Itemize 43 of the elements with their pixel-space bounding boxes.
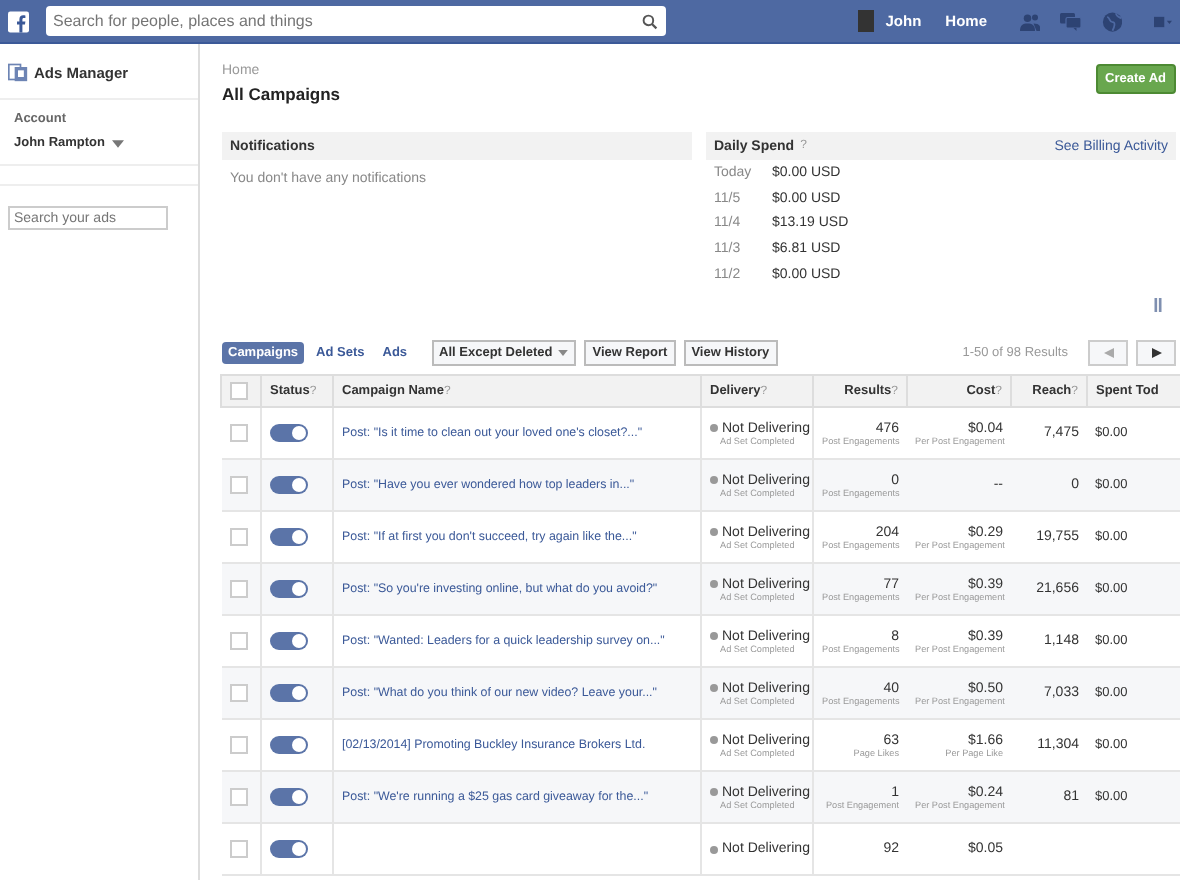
status-toggle[interactable]	[270, 528, 308, 547]
search-icon[interactable]	[641, 13, 657, 29]
status-dot	[710, 684, 718, 693]
row-checkbox[interactable]	[229, 424, 247, 443]
status-dot	[710, 736, 718, 745]
status-toggle[interactable]	[270, 684, 308, 703]
column-handle-icon[interactable]	[1154, 298, 1162, 313]
status-dot	[710, 845, 718, 854]
messages-icon[interactable]	[1060, 9, 1082, 33]
row-checkbox[interactable]	[229, 528, 247, 547]
next-page-button[interactable]	[1136, 339, 1176, 366]
status-toggle[interactable]	[270, 632, 308, 651]
caret-icon[interactable]	[111, 139, 123, 147]
row-checkbox[interactable]	[229, 476, 247, 495]
row-checkbox[interactable]	[229, 684, 247, 703]
right-triangle-icon	[1151, 347, 1161, 358]
status-toggle[interactable]	[270, 736, 308, 755]
status-dot	[710, 580, 718, 589]
ads-manager-icon	[8, 62, 28, 82]
status-dot	[710, 632, 718, 641]
status-toggle[interactable]	[270, 424, 308, 443]
row-checkbox[interactable]	[229, 580, 247, 599]
status-toggle[interactable]	[270, 580, 308, 599]
row-checkbox[interactable]	[229, 840, 247, 859]
friends-icon[interactable]	[1019, 9, 1041, 33]
globe-icon[interactable]	[1101, 9, 1123, 33]
logo-icon[interactable]	[8, 7, 29, 35]
status-toggle[interactable]	[270, 788, 308, 807]
status-dot	[710, 788, 718, 797]
status-dot	[710, 424, 718, 433]
status-dot	[710, 528, 718, 537]
row-checkbox[interactable]	[229, 632, 247, 651]
status-toggle[interactable]	[270, 840, 308, 859]
search-field[interactable]: Search for people, places and things	[45, 6, 665, 36]
status-dot	[710, 476, 718, 485]
row-checkbox[interactable]	[229, 788, 247, 807]
select-all-checkbox[interactable]	[230, 382, 248, 401]
row-checkbox[interactable]	[229, 736, 247, 755]
status-toggle[interactable]	[270, 476, 308, 495]
avatar[interactable]	[857, 10, 874, 32]
page-title: All Campaigns	[222, 84, 341, 104]
left-triangle-icon	[1103, 347, 1113, 358]
caret-icon[interactable]	[558, 349, 569, 356]
